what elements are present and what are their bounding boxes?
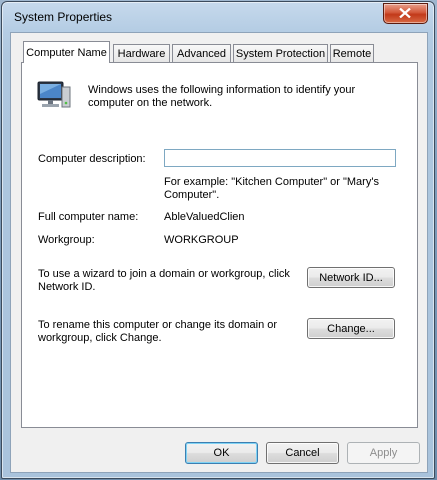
workgroup-value: WORKGROUP [164, 234, 239, 246]
tab-hardware[interactable]: Hardware [113, 44, 170, 62]
tab-system-protection[interactable]: System Protection [233, 44, 328, 62]
full-computer-name-label: Full computer name: [38, 211, 139, 223]
close-icon [399, 8, 411, 18]
cancel-button[interactable]: Cancel [266, 442, 339, 464]
dialog-client-area: Computer Name Hardware Advanced System P… [10, 32, 428, 473]
computer-name-panel: Windows uses the following information t… [21, 62, 418, 428]
ok-button[interactable]: OK [185, 442, 258, 464]
title-bar[interactable]: System Properties [2, 2, 434, 30]
computer-description-input[interactable] [164, 149, 396, 167]
computer-network-icon [37, 81, 71, 108]
close-button[interactable] [383, 3, 428, 24]
intro-text: Windows uses the following information t… [88, 84, 356, 109]
change-instructions: To rename this computer or change its do… [38, 319, 278, 344]
network-id-button[interactable]: Network ID... [307, 267, 395, 288]
full-computer-name-value: AbleValuedClien [164, 211, 245, 223]
description-example-text: For example: "Kitchen Computer" or "Mary… [164, 176, 379, 201]
window-title: System Properties [14, 10, 113, 24]
change-button[interactable]: Change... [307, 318, 395, 339]
tab-computer-name[interactable]: Computer Name [23, 41, 110, 63]
network-id-instructions: To use a wizard to join a domain or work… [38, 268, 290, 293]
tab-advanced[interactable]: Advanced [172, 44, 231, 62]
computer-description-label: Computer description: [38, 153, 146, 165]
system-properties-dialog: System Properties Computer Name Hardware… [1, 1, 435, 479]
apply-button[interactable]: Apply [347, 442, 420, 464]
workgroup-label: Workgroup: [38, 234, 95, 246]
tab-remote[interactable]: Remote [330, 44, 374, 62]
